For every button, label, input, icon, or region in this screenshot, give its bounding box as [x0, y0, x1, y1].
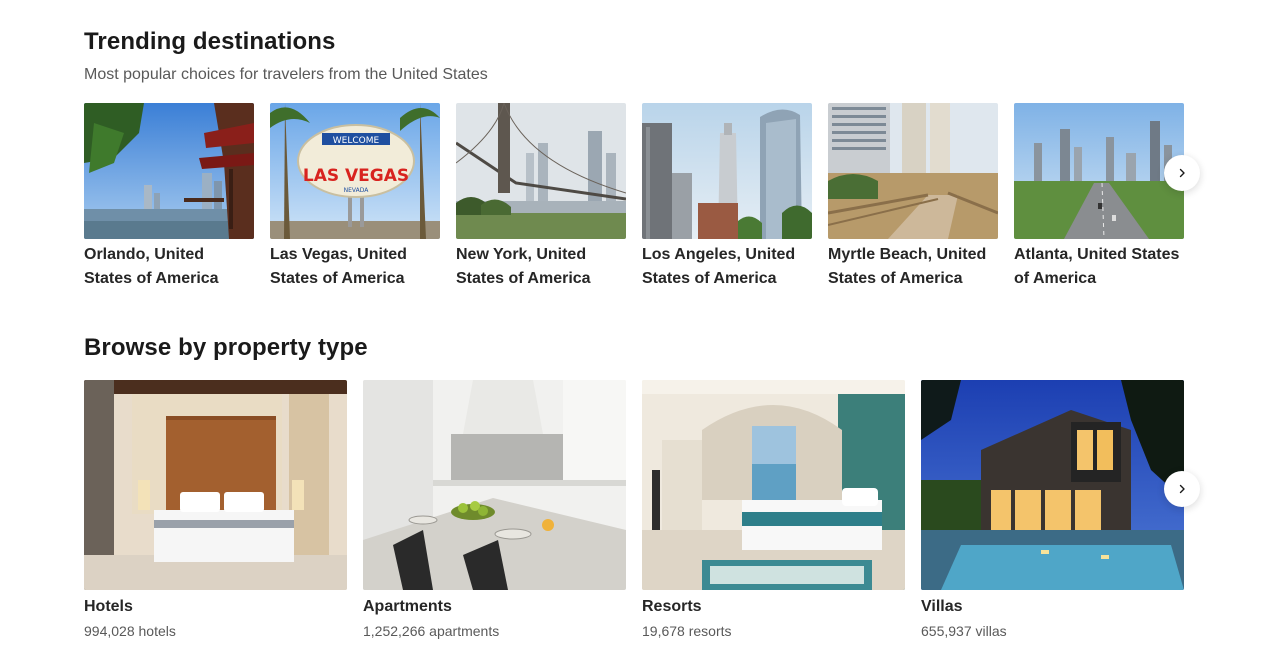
- property-type-count: 655,937 villas: [921, 623, 1007, 639]
- property-type-name: Apartments: [363, 598, 452, 615]
- carousel-next-button[interactable]: [1164, 471, 1200, 507]
- destination-image: [456, 103, 626, 239]
- chevron-right-icon: [1179, 484, 1185, 494]
- carousel-next-button[interactable]: [1164, 155, 1200, 191]
- destination-card-los-angeles[interactable]: Los Angeles, United States of America: [642, 103, 812, 291]
- property-image: [642, 380, 905, 590]
- destination-image: [828, 103, 998, 239]
- svg-text:NEVADA: NEVADA: [344, 187, 370, 194]
- destination-card-myrtle-beach[interactable]: Myrtle Beach, United States of America: [828, 103, 998, 291]
- property-image: [921, 380, 1184, 590]
- property-type-count: 1,252,266 apartments: [363, 623, 500, 639]
- destination-image: [642, 103, 812, 239]
- property-type-count: 19,678 resorts: [642, 623, 732, 639]
- property-card-hotels[interactable]: Hotels 994,028 hotels: [84, 380, 347, 640]
- destination-image: [1014, 103, 1184, 239]
- destination-name: Las Vegas, United States of America: [270, 246, 407, 287]
- destination-card-atlanta[interactable]: Atlanta, United States of America: [1014, 103, 1184, 291]
- destination-name: Myrtle Beach, United States of America: [828, 246, 987, 287]
- destination-name: Orlando, United States of America: [84, 246, 219, 287]
- property-type-name: Villas: [921, 598, 963, 615]
- section-title: Trending destinations: [84, 28, 336, 55]
- destination-image: WELCOME LAS VEGAS NEVADA: [270, 103, 440, 239]
- property-types-section: Browse by property type Hotels 994,028 h…: [84, 334, 1200, 640]
- destination-name: New York, United States of America: [456, 246, 591, 287]
- destination-card-las-vegas[interactable]: WELCOME LAS VEGAS NEVADA Las Vegas, Unit…: [270, 103, 440, 291]
- destination-name: Atlanta, United States of America: [1014, 246, 1180, 287]
- section-subtitle: Most popular choices for travelers from …: [84, 66, 488, 83]
- section-title: Browse by property type: [84, 334, 368, 361]
- destination-card-orlando[interactable]: Orlando, United States of America: [84, 103, 254, 291]
- destinations-carousel: Orlando, United States of America WELCOM…: [84, 103, 1200, 291]
- property-card-resorts[interactable]: Resorts 19,678 resorts: [642, 380, 905, 640]
- property-type-name: Resorts: [642, 598, 702, 615]
- svg-text:LAS VEGAS: LAS VEGAS: [303, 166, 409, 186]
- trending-destinations-section: Trending destinations Most popular choic…: [84, 28, 1200, 291]
- property-card-apartments[interactable]: Apartments 1,252,266 apartments: [363, 380, 626, 640]
- property-card-villas[interactable]: Villas 655,937 villas: [921, 380, 1184, 640]
- property-type-count: 994,028 hotels: [84, 623, 176, 639]
- svg-text:WELCOME: WELCOME: [333, 136, 380, 146]
- property-image: [84, 380, 347, 590]
- destination-image: [84, 103, 254, 239]
- destination-card-new-york[interactable]: New York, United States of America: [456, 103, 626, 291]
- chevron-right-icon: [1179, 168, 1185, 178]
- property-types-carousel: Hotels 994,028 hotels Apartments 1,252,2…: [84, 380, 1200, 640]
- property-image: [363, 380, 626, 590]
- property-type-name: Hotels: [84, 598, 133, 615]
- destination-name: Los Angeles, United States of America: [642, 246, 796, 287]
